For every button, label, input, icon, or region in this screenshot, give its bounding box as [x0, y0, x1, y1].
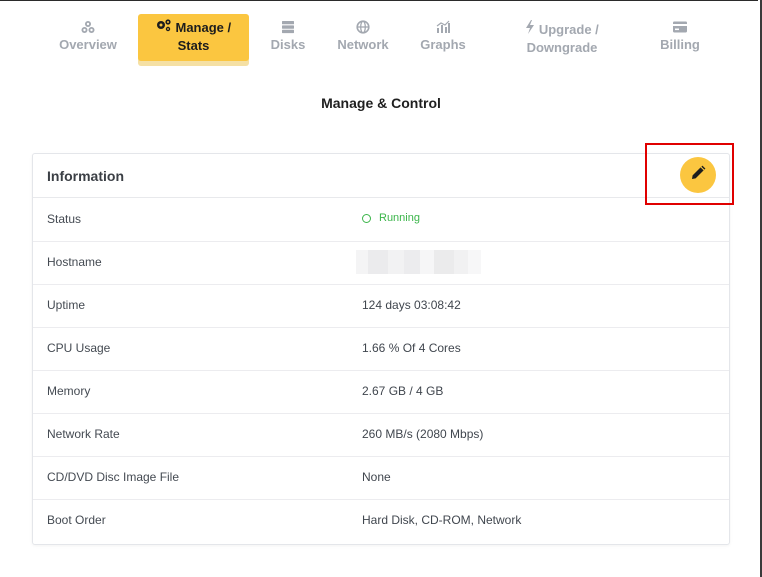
disk-icon	[262, 20, 314, 36]
info-key: Memory	[47, 384, 91, 398]
info-row-disc-image: CD/DVD Disc Image File None	[33, 456, 729, 500]
info-row-boot-order: Boot Order Hard Disk, CD-ROM, Network	[33, 499, 729, 542]
tab-overview[interactable]: Overview	[52, 20, 124, 54]
info-key: Hostname	[47, 255, 102, 269]
tab-disks-label: Disks	[270, 37, 306, 52]
info-row-hostname: Hostname	[33, 241, 729, 285]
tab-billing[interactable]: Billing	[652, 20, 708, 54]
card-title: Information	[47, 168, 124, 184]
tab-graphs-label: Graphs	[420, 37, 466, 52]
edit-button-highlight-box	[645, 143, 734, 205]
overview-icon	[52, 20, 124, 36]
tab-bar: Overview Manage / Stats Disks Network Gr…	[0, 0, 758, 70]
hostname-redacted	[356, 250, 481, 274]
info-value: 260 MB/s (2080 Mbps)	[362, 427, 484, 441]
tab-upgrade-label-1: Upgrade /	[538, 21, 599, 37]
info-value: 1.66 % Of 4 Cores	[362, 341, 461, 355]
info-row-status: Status Running	[33, 198, 729, 242]
info-key: CPU Usage	[47, 341, 111, 355]
info-key: Status	[47, 212, 82, 226]
information-card: Information Status Running Hostname Upti…	[32, 153, 730, 545]
info-value: 124 days 03:08:42	[362, 298, 461, 312]
tab-manage-label-2: Stats	[177, 38, 210, 54]
tab-network[interactable]: Network	[330, 20, 396, 54]
tab-manage-label-1: Manage /	[175, 19, 232, 35]
page: Overview Manage / Stats Disks Network Gr…	[0, 0, 762, 577]
status-value: Running	[362, 212, 420, 224]
card-icon	[652, 20, 708, 36]
globe-icon	[330, 20, 396, 36]
info-row-uptime: Uptime 124 days 03:08:42	[33, 284, 729, 328]
tab-graphs[interactable]: Graphs	[412, 20, 474, 54]
info-value: Hard Disk, CD-ROM, Network	[362, 513, 522, 527]
info-value: None	[362, 470, 391, 484]
tab-overview-label: Overview	[59, 37, 117, 52]
tab-disks[interactable]: Disks	[262, 20, 314, 54]
card-header: Information	[33, 154, 729, 198]
section-title: Manage & Control	[321, 95, 441, 111]
status-circle-icon	[362, 213, 371, 223]
info-key: Uptime	[47, 298, 86, 312]
tab-upgrade-label-2: Downgrade	[526, 40, 598, 56]
info-key: CD/DVD Disc Image File	[47, 470, 180, 484]
info-key: Boot Order	[47, 513, 106, 527]
info-row-memory: Memory 2.67 GB / 4 GB	[33, 370, 729, 414]
gears-icon	[156, 18, 172, 37]
tab-manage-stats[interactable]: Manage / Stats	[138, 14, 249, 62]
tab-upgrade-downgrade[interactable]: Upgrade / Downgrade	[516, 20, 608, 57]
info-row-cpu-usage: CPU Usage 1.66 % Of 4 Cores	[33, 327, 729, 371]
tab-billing-label: Billing	[660, 37, 700, 52]
chart-icon	[412, 20, 474, 36]
tab-network-label: Network	[337, 37, 389, 52]
bolt-icon	[525, 20, 535, 39]
info-key: Network Rate	[47, 427, 120, 441]
status-text: Running	[379, 212, 420, 224]
info-row-network-rate: Network Rate 260 MB/s (2080 Mbps)	[33, 413, 729, 457]
info-value: 2.67 GB / 4 GB	[362, 384, 444, 398]
